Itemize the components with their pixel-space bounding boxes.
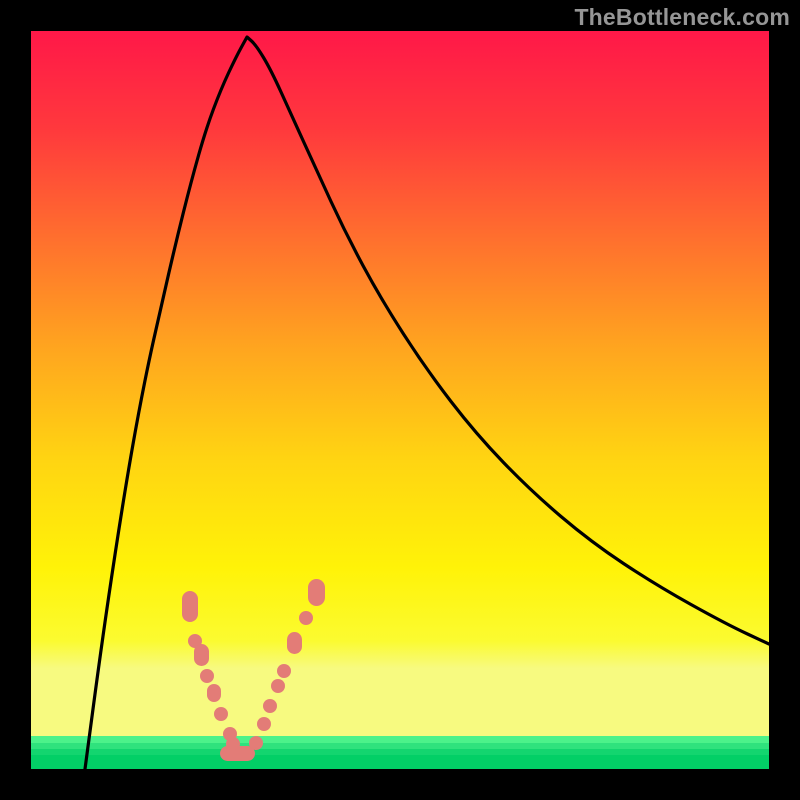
data-marker: [277, 664, 291, 678]
watermark-text: TheBottleneck.com: [574, 4, 790, 31]
plot-area: [31, 31, 769, 769]
data-marker: [182, 591, 198, 622]
data-marker: [200, 669, 214, 683]
data-marker: [263, 699, 277, 713]
data-marker: [287, 632, 302, 654]
data-marker: [299, 611, 313, 625]
v-curve: [85, 37, 769, 769]
data-marker: [214, 707, 228, 721]
data-marker: [257, 717, 271, 731]
data-marker: [308, 579, 325, 606]
data-marker: [220, 746, 255, 761]
outer-frame: TheBottleneck.com: [0, 0, 800, 800]
data-marker: [271, 679, 285, 693]
data-marker: [207, 684, 221, 702]
curve-layer: [31, 31, 769, 769]
data-marker: [249, 736, 263, 750]
data-marker: [194, 644, 209, 666]
